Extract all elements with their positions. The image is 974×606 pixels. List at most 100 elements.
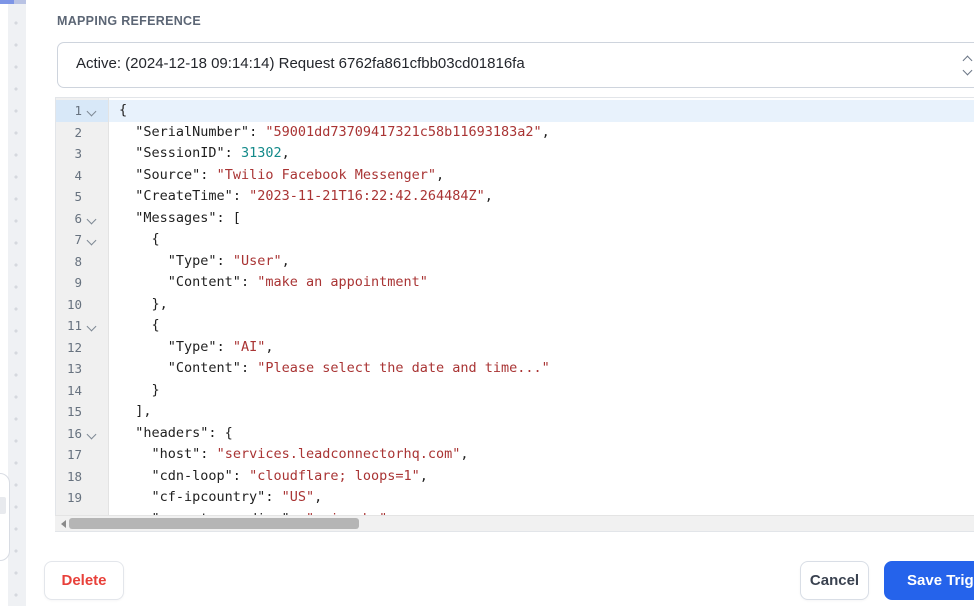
code-token: "AI" (232, 338, 266, 355)
fold-chevron-icon[interactable] (86, 214, 97, 225)
editor-line[interactable]: "CreateTime": "2023-11-21T16:22:42.26448… (109, 186, 974, 208)
gutter-row: 2 (56, 122, 108, 144)
line-number: 9 (74, 275, 82, 291)
code-token: "cloudflare; loops=1" (249, 467, 420, 484)
editor-line[interactable]: "cdn-loop": "cloudflare; loops=1", (109, 466, 974, 488)
code-token: "Type" (167, 338, 217, 355)
json-code-editor[interactable]: 1234567891011121314151617181920 { "Seria… (55, 97, 974, 532)
line-number: 14 (66, 382, 82, 398)
editor-code[interactable]: { "SerialNumber": "59001dd73709417321c58… (109, 98, 974, 531)
editor-line[interactable]: { (109, 315, 974, 337)
code-token: "Twilio Facebook Messenger" (216, 166, 437, 183)
gutter-row: 16 (56, 423, 108, 445)
line-number: 11 (66, 318, 82, 334)
mapping-reference-selected-value: Active: (2024-12-18 09:14:14) Request 67… (76, 55, 525, 72)
canvas-node-top-edge-light (14, 0, 26, 4)
code-token: "US" (281, 489, 315, 505)
fold-chevron-icon[interactable] (86, 321, 97, 332)
editor-line[interactable]: "Type": "User", (109, 251, 974, 273)
gutter-row: 1 (56, 100, 108, 122)
editor-line[interactable]: "SessionID": 31302, (109, 143, 974, 165)
gutter-row: 3 (56, 143, 108, 165)
gutter-row: 4 (56, 165, 108, 187)
cancel-button[interactable]: Cancel (800, 561, 869, 600)
code-token: { (119, 231, 160, 247)
line-number: 5 (74, 189, 82, 205)
code-token: "headers" (135, 424, 209, 441)
save-trigger-button[interactable]: Save Trigger (884, 561, 974, 600)
code-token: "Please select the date and time..." (257, 360, 550, 376)
code-token: , (541, 123, 550, 140)
mapping-reference-select[interactable]: Active: (2024-12-18 09:14:14) Request 67… (57, 42, 974, 88)
delete-button[interactable]: Delete (44, 561, 124, 600)
code-token: "Messages" (135, 209, 217, 226)
line-number: 4 (74, 167, 82, 183)
line-number: 7 (74, 232, 82, 248)
editor-line[interactable]: "Content": "Please select the date and t… (109, 358, 974, 380)
code-token: ], (119, 403, 152, 419)
line-number: 13 (66, 361, 82, 377)
editor-line[interactable]: } (109, 380, 974, 402)
background-card-partial (0, 473, 10, 561)
editor-line[interactable]: }, (109, 294, 974, 316)
editor-line[interactable]: "Messages": [ (109, 208, 974, 230)
editor-line[interactable]: { (109, 229, 974, 251)
editor-line[interactable]: "headers": { (109, 423, 974, 445)
code-token: : (240, 360, 258, 376)
line-number: 2 (74, 124, 82, 140)
line-number: 1 (74, 103, 82, 119)
code-token: "Content" (167, 360, 241, 376)
fold-chevron-icon[interactable] (86, 429, 97, 440)
chevron-down-icon (962, 65, 973, 76)
gutter-row: 6 (56, 208, 108, 230)
code-token: } (119, 381, 160, 398)
code-token: "Type" (167, 252, 217, 269)
canvas-node-top-edge (0, 0, 14, 4)
code-token: : (200, 446, 217, 462)
editor-line[interactable]: ], (109, 401, 974, 423)
code-token: : (232, 188, 250, 204)
editor-line[interactable]: "host": "services.leadconnectorhq.com", (109, 444, 974, 466)
code-token: { (119, 317, 160, 333)
code-token: "User" (232, 252, 282, 269)
code-token: : (265, 489, 282, 505)
editor-gutter: 1234567891011121314151617181920 (56, 98, 109, 531)
line-number: 15 (66, 404, 82, 420)
gutter-row: 12 (56, 337, 108, 359)
code-token: "SessionID" (135, 145, 225, 161)
chevron-up-icon (962, 55, 973, 66)
workflow-canvas-dots-strip (8, 0, 26, 606)
editor-line[interactable]: "Type": "AI", (109, 337, 974, 359)
gutter-row: 15 (56, 401, 108, 423)
code-token: , (281, 252, 290, 269)
code-token: "host" (151, 446, 201, 462)
fold-chevron-icon[interactable] (86, 235, 97, 246)
gutter-row: 14 (56, 380, 108, 402)
select-up-down-chevrons-icon[interactable] (962, 55, 974, 76)
gutter-row: 13 (56, 358, 108, 380)
code-token: 31302 (240, 145, 282, 161)
trigger-mapping-panel: MAPPING REFERENCE Active: (2024-12-18 09… (0, 0, 974, 606)
code-token: : (216, 338, 233, 355)
horizontal-scrollbar[interactable] (55, 515, 974, 531)
gutter-row: 8 (56, 251, 108, 273)
code-token: }, (119, 295, 168, 312)
editor-line[interactable]: "cf-ipcountry": "US", (109, 487, 974, 509)
code-token: : (224, 145, 241, 161)
fold-chevron-icon[interactable] (86, 106, 97, 117)
editor-line[interactable]: "Source": "Twilio Facebook Messenger", (109, 165, 974, 187)
editor-line[interactable]: "Content": "make an appointment" (109, 272, 974, 294)
editor-line[interactable]: { (109, 100, 974, 122)
editor-line[interactable]: "SerialNumber": "59001dd73709417321c58b1… (109, 122, 974, 144)
horizontal-scrollbar-thumb[interactable] (69, 518, 359, 529)
code-token: , (314, 489, 323, 505)
